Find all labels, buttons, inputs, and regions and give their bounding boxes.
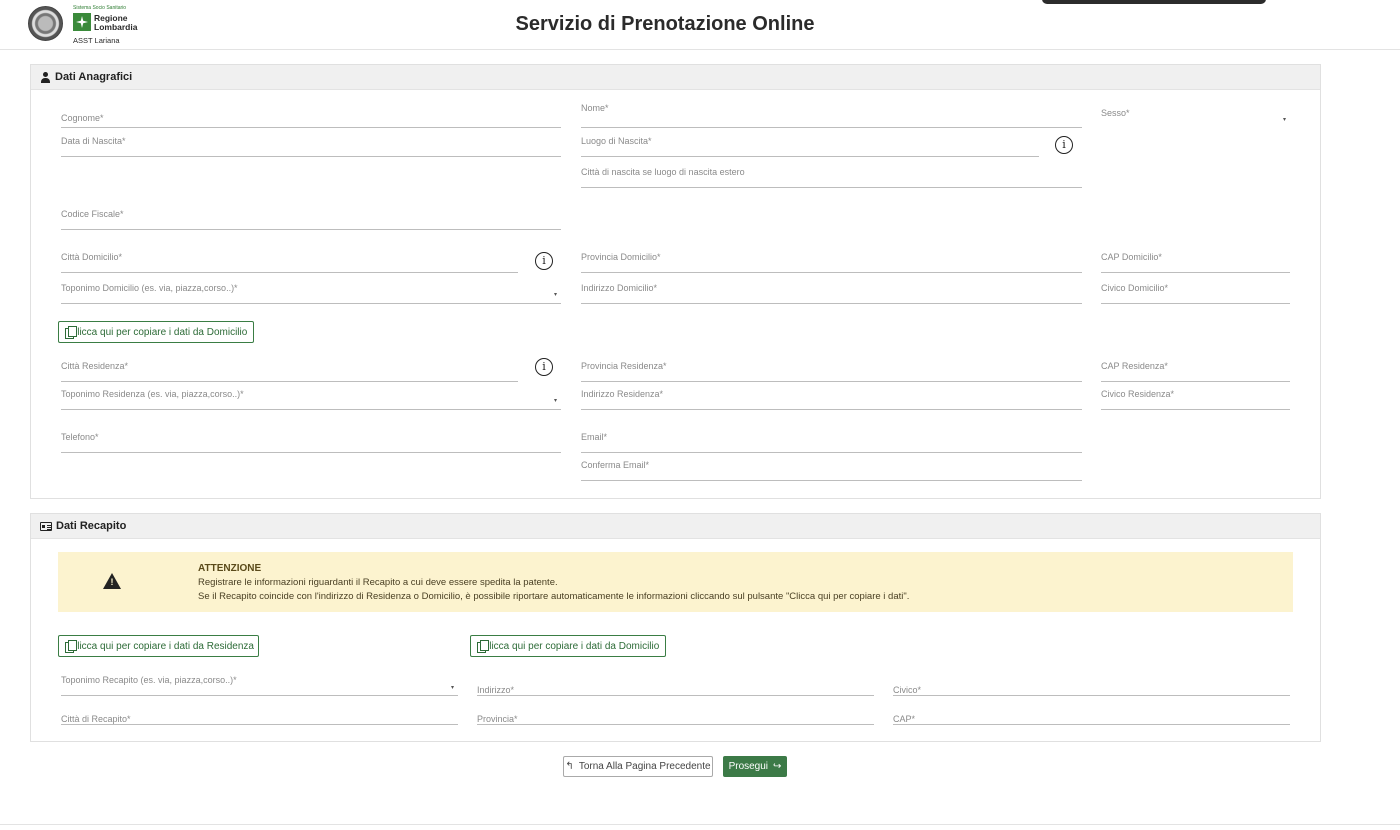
overlay-widget — [1042, 0, 1266, 4]
citta-estero-field[interactable]: Città di nascita se luogo di nascita est… — [581, 167, 1082, 188]
toponimo-recapito-select[interactable]: Toponimo Recapito (es. via, piazza,corso… — [61, 675, 458, 696]
copy-from-domicilio-button[interactable]: Clicca qui per copiare i dati da Domicil… — [58, 321, 254, 343]
indirizzo-domicilio-label: Indirizzo Domicilio* — [581, 283, 658, 293]
next-button-label: Prosegui — [728, 761, 769, 772]
data-nascita-field[interactable]: Data di Nascita* — [61, 136, 561, 157]
info-icon[interactable]: i — [1055, 136, 1073, 154]
conferma-email-field[interactable]: Conferma Email* — [581, 460, 1082, 481]
alert-title: ATTENZIONE — [198, 563, 262, 574]
indirizzo-residenza-field[interactable]: Indirizzo Residenza* — [581, 389, 1082, 410]
chevron-down-icon: ▾ — [450, 685, 454, 691]
warning-icon: ! — [103, 573, 121, 589]
provincia-recapito-label: Provincia* — [477, 714, 518, 724]
luogo-nascita-label: Luogo di Nascita* — [581, 136, 652, 146]
nome-label: Nome* — [581, 103, 609, 113]
civico-residenza-field[interactable]: Civico Residenza* — [1101, 389, 1290, 410]
info-icon[interactable]: i — [535, 358, 553, 376]
footer-divider — [0, 824, 1400, 825]
back-button[interactable]: ↰ Torna Alla Pagina Precedente — [563, 756, 713, 777]
provincia-domicilio-label: Provincia Domicilio* — [581, 252, 661, 262]
cap-recapito-label: CAP* — [893, 714, 916, 724]
civico-recapito-label: Civico* — [893, 685, 922, 695]
panel-title-recapito: Dati Recapito — [56, 520, 127, 532]
provincia-recapito-field[interactable]: Provincia* — [477, 705, 874, 725]
chevron-down-icon: ▾ — [553, 398, 557, 404]
indirizzo-residenza-label: Indirizzo Residenza* — [581, 389, 664, 399]
indirizzo-recapito-label: Indirizzo* — [477, 685, 515, 695]
copy-domicilio-label: Clicca qui per copiare i dati da Domicil… — [70, 326, 248, 338]
citta-domicilio-field[interactable]: Città Domicilio* — [61, 252, 518, 273]
panel-header-recapito: Dati Recapito — [31, 514, 1320, 539]
info-icon[interactable]: i — [535, 252, 553, 270]
citta-residenza-field[interactable]: Città Residenza* — [61, 361, 518, 382]
toponimo-recapito-label: Toponimo Recapito (es. via, piazza,corso… — [61, 675, 237, 685]
cap-residenza-field[interactable]: CAP Residenza* — [1101, 361, 1290, 382]
data-nascita-label: Data di Nascita* — [61, 136, 126, 146]
cap-domicilio-label: CAP Domicilio* — [1101, 252, 1162, 262]
copy-from-domicilio-recapito-button[interactable]: Clicca qui per copiare i dati da Domicil… — [470, 635, 666, 657]
cognome-field[interactable]: Cognome* — [61, 108, 561, 128]
cap-domicilio-field[interactable]: CAP Domicilio* — [1101, 252, 1290, 273]
telefono-label: Telefono* — [61, 432, 99, 442]
reply-arrow-icon: ↰ — [565, 760, 574, 772]
panel-header-anagrafici: Dati Anagrafici — [31, 65, 1320, 90]
chevron-down-icon: ▾ — [553, 292, 557, 298]
email-field[interactable]: Email* — [581, 432, 1082, 453]
logo-subtitle: Sistema Socio Sanitario — [73, 5, 127, 11]
email-label: Email* — [581, 432, 608, 442]
toponimo-residenza-select[interactable]: Toponimo Residenza (es. via, piazza,cors… — [61, 389, 561, 410]
warning-glyph: ! — [110, 577, 114, 587]
toponimo-residenza-label: Toponimo Residenza (es. via, piazza,cors… — [61, 389, 244, 399]
page-title: Servizio di Prenotazione Online — [515, 13, 815, 35]
codice-fiscale-label: Codice Fiscale* — [61, 209, 124, 219]
copy-domicilio-recapito-label: Clicca qui per copiare i dati da Domicil… — [482, 640, 660, 652]
provincia-residenza-label: Provincia Residenza* — [581, 361, 667, 371]
sesso-label: Sesso* — [1101, 108, 1130, 118]
toponimo-domicilio-select[interactable]: Toponimo Domicilio (es. via, piazza,cors… — [61, 283, 561, 304]
attention-alert: ! ATTENZIONE Registrare le informazioni … — [58, 552, 1293, 612]
user-icon — [40, 71, 51, 83]
chevron-down-icon: ▾ — [1282, 117, 1286, 123]
copy-residenza-label: Clicca qui per copiare i dati da Residen… — [70, 640, 254, 652]
indirizzo-domicilio-field[interactable]: Indirizzo Domicilio* — [581, 283, 1082, 304]
copy-from-residenza-button[interactable]: Clicca qui per copiare i dati da Residen… — [58, 635, 259, 657]
provincia-domicilio-field[interactable]: Provincia Domicilio* — [581, 252, 1082, 273]
conferma-email-label: Conferma Email* — [581, 460, 650, 470]
forward-arrow-icon: ↪ — [773, 760, 782, 772]
alert-message-2: Se il Recapito coincide con l'indirizzo … — [198, 591, 910, 602]
civico-domicilio-label: Civico Domicilio* — [1101, 283, 1169, 293]
nome-field[interactable]: Nome* — [581, 103, 1082, 128]
indirizzo-recapito-field[interactable]: Indirizzo* — [477, 676, 874, 696]
telefono-field[interactable]: Telefono* — [61, 432, 561, 453]
civico-residenza-label: Civico Residenza* — [1101, 389, 1175, 399]
cap-residenza-label: CAP Residenza* — [1101, 361, 1168, 371]
provincia-residenza-field[interactable]: Provincia Residenza* — [581, 361, 1082, 382]
citta-residenza-label: Città Residenza* — [61, 361, 129, 371]
back-button-label: Torna Alla Pagina Precedente — [578, 761, 711, 772]
id-card-icon — [40, 521, 52, 531]
sesso-select[interactable]: Sesso* ▾ — [1101, 103, 1290, 128]
civico-recapito-field[interactable]: Civico* — [893, 676, 1290, 696]
cognome-label: Cognome* — [61, 113, 104, 123]
cap-recapito-field[interactable]: CAP* — [893, 705, 1290, 725]
civico-domicilio-field[interactable]: Civico Domicilio* — [1101, 283, 1290, 304]
panel-title-anagrafici: Dati Anagrafici — [55, 71, 133, 83]
citta-domicilio-label: Città Domicilio* — [61, 252, 123, 262]
luogo-nascita-field[interactable]: Luogo di Nascita* — [581, 136, 1039, 157]
logo-asst-name: ASST Lariana — [73, 36, 120, 45]
codice-fiscale-field[interactable]: Codice Fiscale* — [61, 209, 561, 230]
next-button[interactable]: Prosegui ↪ — [723, 756, 787, 777]
citta-recapito-label: Città di Recapito* — [61, 714, 131, 724]
app-header: Sistema Socio Sanitario Regione Lombardi… — [0, 0, 1400, 50]
toponimo-domicilio-label: Toponimo Domicilio (es. via, piazza,cors… — [61, 283, 238, 293]
citta-recapito-field[interactable]: Città di Recapito* — [61, 705, 458, 725]
citta-estero-label: Città di nascita se luogo di nascita est… — [581, 167, 745, 177]
alert-message-1: Registrare le informazioni riguardanti i… — [198, 577, 558, 588]
